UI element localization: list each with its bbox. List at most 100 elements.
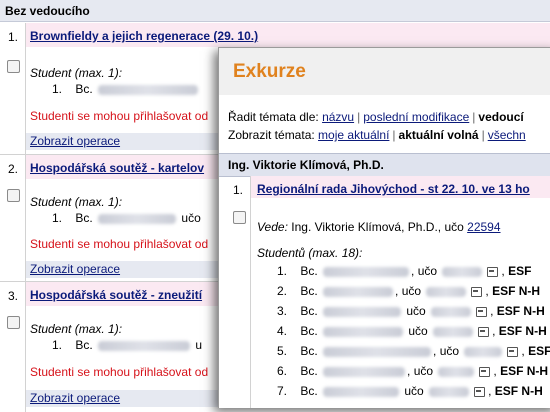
blurred-uco bbox=[426, 286, 467, 297]
student-number: 1. bbox=[277, 264, 288, 278]
show-options: Zobrazit témata: moje aktuální | aktuální … bbox=[228, 128, 526, 142]
blurred-uco bbox=[464, 346, 503, 357]
student-row: 5. Bc. , učo , ESF bbox=[277, 344, 550, 358]
student-prefix: Bc. bbox=[300, 284, 318, 298]
student-prefix: Bc. bbox=[300, 304, 318, 318]
show-operations-link[interactable]: Zobrazit operace bbox=[30, 262, 120, 276]
topic-checkbox[interactable] bbox=[7, 60, 20, 73]
show-all-link[interactable]: všechn bbox=[488, 128, 526, 142]
student-number: 3. bbox=[277, 304, 288, 318]
supervisor-label: Vede: bbox=[257, 220, 288, 234]
student-uco-label: učo bbox=[181, 211, 201, 225]
student-uco-label: u bbox=[195, 338, 203, 352]
student-number: 4. bbox=[277, 324, 288, 338]
student-row: 1. Bc. bbox=[52, 82, 200, 96]
student-row: 1. Bc. , učo , ESF bbox=[277, 264, 532, 278]
student-number: 1. bbox=[52, 82, 63, 96]
student-uco-label: učo bbox=[439, 344, 460, 358]
topic-title-link[interactable]: Regionální rada Jihovýchod - st 22. 10. … bbox=[257, 182, 530, 196]
contact-icon[interactable] bbox=[471, 286, 483, 297]
blurred-student-name bbox=[98, 213, 177, 224]
supervisor-uco-link[interactable]: 22594 bbox=[467, 220, 500, 234]
separator: | bbox=[392, 128, 396, 142]
student-number: 2. bbox=[277, 284, 288, 298]
student-program: ESF N-H bbox=[496, 304, 545, 318]
student-row: 6. Bc. , učo , ESF N-H bbox=[277, 364, 549, 378]
divider bbox=[250, 176, 251, 408]
student-prefix: Bc. bbox=[300, 324, 318, 338]
student-prefix: Bc. bbox=[75, 211, 93, 225]
student-uco-label: učo bbox=[406, 304, 426, 318]
student-uco-label: učo bbox=[417, 264, 438, 278]
student-prefix: Bc. bbox=[75, 338, 93, 352]
separator: | bbox=[472, 110, 476, 124]
student-label: Student (max. 1): bbox=[30, 195, 123, 209]
student-prefix: Bc. bbox=[300, 364, 318, 378]
student-label: Student (max. 1): bbox=[30, 66, 123, 80]
student-program: ESF N-H bbox=[494, 384, 543, 398]
student-row: 7. Bc. učo , ESF N-H bbox=[277, 384, 543, 398]
contact-icon[interactable] bbox=[507, 346, 519, 357]
show-label: Zobrazit témata: bbox=[228, 128, 315, 142]
student-uco-label: učo bbox=[404, 384, 424, 398]
student-program: ESF bbox=[528, 344, 550, 358]
show-mine-link[interactable]: moje aktuální bbox=[318, 128, 389, 142]
blurred-uco bbox=[431, 306, 472, 317]
supervisor-name: Ing. Viktorie Klímová, Ph.D. bbox=[228, 158, 384, 172]
contact-icon[interactable] bbox=[476, 306, 488, 317]
sort-by-modified-link[interactable]: poslední modifikace bbox=[363, 110, 469, 124]
topic-checkbox[interactable] bbox=[233, 211, 246, 224]
contact-icon[interactable] bbox=[474, 386, 486, 397]
supervisor-line: Vede: Ing. Viktorie Klímová, Ph.D., učo … bbox=[257, 220, 501, 234]
blurred-student-name bbox=[323, 366, 406, 377]
topic-title-link[interactable]: Brownfieldy a jejich regenerace (29. 10.… bbox=[30, 29, 258, 43]
blurred-student-name bbox=[323, 306, 402, 317]
student-prefix: Bc. bbox=[75, 82, 93, 96]
topic-number: 1. bbox=[233, 183, 244, 197]
contact-icon[interactable] bbox=[478, 326, 490, 337]
student-prefix: Bc. bbox=[300, 264, 318, 278]
student-number: 1. bbox=[52, 211, 63, 225]
student-row: 1. Bc. učo bbox=[52, 211, 201, 225]
student-uco-label: učo bbox=[408, 324, 428, 338]
topic-title-link[interactable]: Hospodářská soutěž - kartelov bbox=[30, 161, 204, 175]
blurred-student-name bbox=[98, 84, 199, 95]
separator: | bbox=[481, 128, 485, 142]
separator: | bbox=[357, 110, 361, 124]
topic-checkbox[interactable] bbox=[7, 189, 20, 202]
sort-by-name-link[interactable]: názvu bbox=[322, 110, 354, 124]
student-number: 7. bbox=[277, 384, 288, 398]
popup-title-bar: Exkurze bbox=[219, 48, 550, 95]
blurred-uco bbox=[433, 326, 474, 337]
blurred-student-name bbox=[98, 340, 191, 351]
contact-icon[interactable] bbox=[487, 266, 499, 277]
student-uco-label: učo bbox=[413, 364, 434, 378]
student-prefix: Bc. bbox=[300, 384, 318, 398]
student-prefix: Bc. bbox=[300, 344, 318, 358]
student-program: ESF N-H bbox=[492, 284, 541, 298]
blurred-uco bbox=[429, 386, 470, 397]
topic-number: 3. bbox=[8, 289, 19, 303]
supervisor-section-header: Ing. Viktorie Klímová, Ph.D. bbox=[219, 153, 550, 177]
student-program: ESF N-H bbox=[500, 364, 549, 378]
popup-title: Exkurze bbox=[233, 61, 306, 82]
supervisor-full-name: Ing. Viktorie Klímová, Ph.D., učo bbox=[291, 220, 464, 234]
student-row: 4. Bc. učo , ESF N-H bbox=[277, 324, 547, 338]
show-operations-link[interactable]: Zobrazit operace bbox=[30, 134, 120, 148]
student-program: ESF N-H bbox=[498, 324, 547, 338]
show-operations-link[interactable]: Zobrazit operace bbox=[30, 391, 120, 405]
student-row: 1. Bc. u bbox=[52, 338, 202, 352]
student-number: 1. bbox=[52, 338, 63, 352]
topic-title-link[interactable]: Hospodářská soutěž - zneužití bbox=[30, 288, 202, 302]
warning-text: Studenti se mohou přihlašovat od bbox=[30, 109, 209, 123]
section-header: Bez vedoucího bbox=[0, 0, 550, 22]
student-label: Student (max. 1): bbox=[30, 322, 123, 336]
sort-label: Řadit témata dle: bbox=[228, 110, 319, 124]
sort-options: Řadit témata dle: názvu | poslední modifik… bbox=[228, 110, 524, 124]
student-program: ESF bbox=[508, 264, 532, 278]
contact-icon[interactable] bbox=[479, 366, 491, 377]
topic-checkbox[interactable] bbox=[7, 316, 20, 329]
topic-number: 2. bbox=[8, 162, 19, 176]
excursion-popup: Exkurze Řadit témata dle: názvu | poslední… bbox=[218, 47, 550, 408]
students-label: Studentů (max. 18): bbox=[257, 246, 363, 260]
